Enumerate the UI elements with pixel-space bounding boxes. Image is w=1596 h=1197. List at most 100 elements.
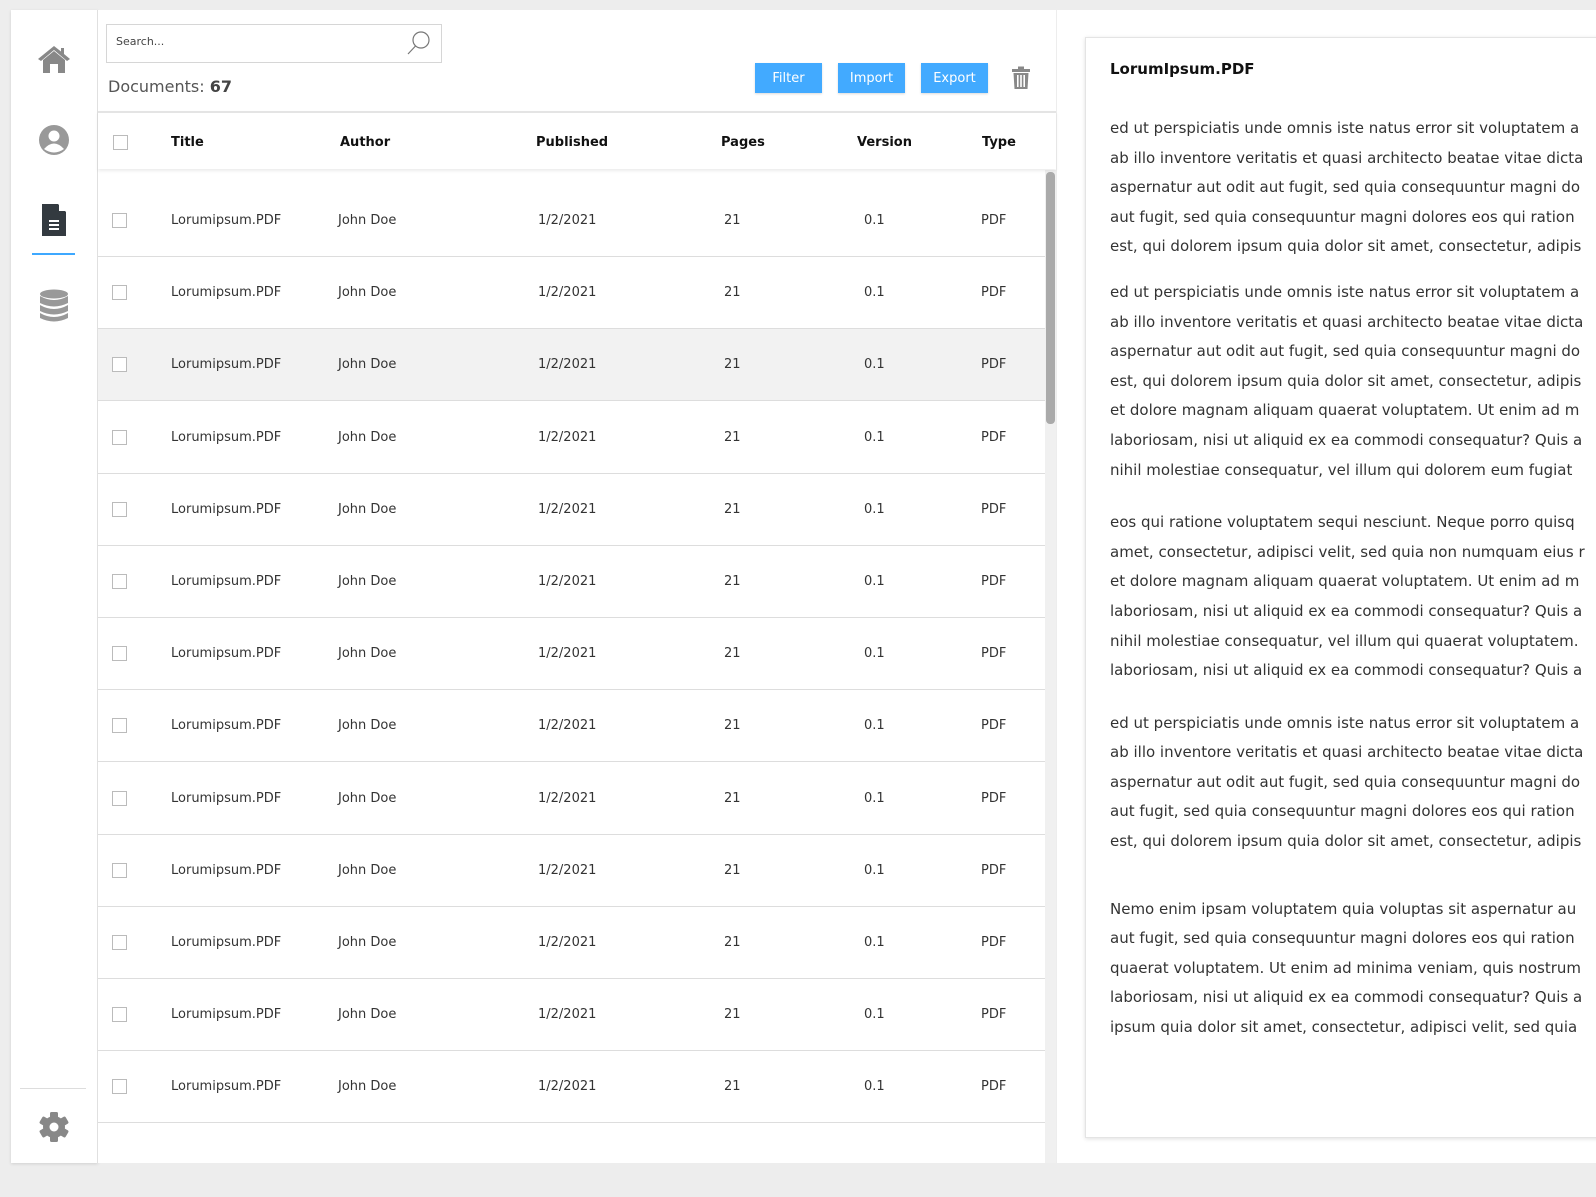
nav-settings[interactable] (11, 1111, 97, 1143)
table-row[interactable]: Lorumipsum.PDF John Doe 1/2/2021 21 0.1 PDF (98, 762, 1045, 835)
table-row[interactable]: Lorumipsum.PDF John Doe 1/2/2021 21 0.1 PDF (98, 834, 1045, 907)
cell-type: PDF (981, 790, 1007, 806)
cell-title: Lorumipsum.PDF (171, 429, 282, 445)
column-published[interactable]: Published (536, 135, 608, 150)
cell-type: PDF (981, 574, 1007, 589)
cell-type: PDF (981, 935, 1007, 950)
row-checkbox[interactable] (112, 1007, 127, 1023)
cell-type: PDF (981, 213, 1007, 228)
table-header: Title Author Published Pages Version Typ… (98, 111, 1056, 169)
table-row[interactable]: Lorumipsum.PDF John Doe 1/2/2021 21 0.1 PDF (98, 690, 1045, 763)
table-row[interactable]: Lorumipsum.PDF John Doe 1/2/2021 21 0.1 PDF (98, 907, 1045, 979)
cell-type: PDF (981, 429, 1007, 445)
cell-author: John Doe (338, 1007, 397, 1023)
row-checkbox[interactable] (112, 790, 127, 806)
column-author[interactable]: Author (340, 135, 390, 150)
cell-type: PDF (981, 862, 1007, 878)
cell-published: 1/2/2021 (538, 862, 597, 878)
row-checkbox[interactable] (112, 285, 127, 301)
cell-pages: 21 (724, 429, 741, 445)
row-checkbox[interactable] (112, 718, 127, 734)
cell-pages: 21 (724, 501, 741, 517)
cell-version: 0.1 (864, 935, 885, 950)
row-checkbox[interactable] (112, 574, 127, 589)
table-row[interactable]: Lorumipsum.PDF John Doe 1/2/2021 21 0.1 PDF (98, 546, 1045, 618)
preview-line: aspernatur aut odit aut fugit, sed quia … (1110, 772, 1581, 791)
cell-version: 0.1 (864, 213, 885, 228)
cell-type: PDF (981, 357, 1007, 373)
row-checkbox[interactable] (112, 429, 127, 445)
cell-author: John Doe (338, 790, 397, 806)
cell-version: 0.1 (864, 357, 885, 373)
cell-author: John Doe (338, 1079, 397, 1095)
preview-line: nihil molestiae consequatur, vel illum q… (1110, 631, 1579, 650)
cell-author: John Doe (338, 357, 397, 373)
scrollbar-thumb[interactable] (1046, 172, 1055, 424)
cell-title: Lorumipsum.PDF (171, 357, 282, 373)
cell-author: John Doe (338, 213, 397, 228)
preview-line: est, qui dolorem ipsum quia dolor sit am… (1110, 237, 1582, 256)
preview-line: aspernatur aut odit aut fugit, sed quia … (1110, 178, 1581, 197)
document-count-value: 67 (209, 77, 232, 96)
nav-home[interactable] (11, 44, 97, 74)
cell-author: John Doe (338, 429, 397, 445)
search-box[interactable] (106, 24, 442, 63)
scrollbar[interactable] (1045, 170, 1056, 1163)
nav-profile[interactable] (11, 124, 97, 156)
preview-line: laboriosam, nisi ut aliquid ex ea commod… (1110, 988, 1583, 1007)
table-row[interactable]: Lorumipsum.PDF John Doe 1/2/2021 21 0.1 PDF (98, 257, 1045, 330)
export-button[interactable]: Export (921, 63, 988, 93)
cell-pages: 21 (724, 1007, 741, 1023)
table-row[interactable]: Lorumipsum.PDF John Doe 1/2/2021 21 0.1 PDF (98, 618, 1045, 691)
table-row[interactable]: Lorumipsum.PDF John Doe 1/2/2021 21 0.1 PDF (98, 1051, 1045, 1124)
search-input[interactable] (116, 35, 396, 48)
preview-line: aut fugit, sed quia consequuntur magni d… (1110, 207, 1575, 226)
cell-title: Lorumipsum.PDF (171, 285, 282, 301)
cell-pages: 21 (724, 935, 741, 950)
nav-database[interactable] (11, 289, 97, 323)
trash-icon[interactable] (1010, 66, 1032, 90)
preview-paragraph: eos qui ratione voluptatem sequi nesciun… (1110, 508, 1596, 686)
preview-line: ed ut perspiciatis unde omnis iste natus… (1110, 119, 1580, 137)
import-button[interactable]: Import (838, 63, 905, 93)
row-checkbox[interactable] (112, 935, 127, 950)
preview-line: aut fugit, sed quia consequuntur magni d… (1110, 802, 1575, 821)
sidebar-divider (20, 1088, 86, 1089)
select-all-checkbox[interactable] (113, 135, 128, 150)
table-row[interactable]: Lorumipsum.PDF John Doe 1/2/2021 21 0.1 PDF (98, 401, 1045, 474)
cell-author: John Doe (338, 646, 397, 662)
cell-author: John Doe (338, 862, 397, 878)
preview-line: aspernatur aut odit aut fugit, sed quia … (1110, 342, 1581, 361)
cell-pages: 21 (724, 1079, 741, 1095)
row-checkbox[interactable] (112, 1079, 127, 1095)
preview-line: ab illo inventore veritatis et quasi arc… (1110, 312, 1584, 331)
cell-pages: 21 (724, 646, 741, 662)
cell-author: John Doe (338, 935, 397, 950)
row-checkbox[interactable] (112, 862, 127, 878)
row-checkbox[interactable] (112, 646, 127, 662)
table-row[interactable]: Lorumipsum.PDF John Doe 1/2/2021 21 0.1 PDF (98, 329, 1045, 402)
preview-line: laboriosam, nisi ut aliquid ex ea commod… (1110, 601, 1583, 620)
preview-line: ed ut perspiciatis unde omnis iste natus… (1110, 282, 1580, 301)
table-row[interactable]: Lorumipsum.PDF John Doe 1/2/2021 21 0.1 PDF (98, 473, 1045, 546)
cell-published: 1/2/2021 (538, 574, 597, 589)
row-checkbox[interactable] (112, 357, 127, 373)
table-row[interactable]: Lorumipsum.PDF John Doe 1/2/2021 21 0.1 PDF (98, 185, 1045, 257)
cell-type: PDF (981, 1007, 1007, 1023)
document-icon (42, 204, 66, 236)
cell-published: 1/2/2021 (538, 718, 597, 734)
column-type[interactable]: Type (982, 135, 1016, 150)
column-pages[interactable]: Pages (721, 135, 765, 150)
cell-published: 1/2/2021 (538, 213, 597, 228)
preview-line: est, qui dolorem ipsum quia dolor sit am… (1110, 832, 1582, 851)
row-checkbox[interactable] (112, 501, 127, 517)
column-title[interactable]: Title (171, 135, 204, 150)
search-icon[interactable] (406, 30, 432, 56)
nav-documents[interactable] (11, 203, 97, 237)
sidebar (11, 10, 98, 1163)
column-version[interactable]: Version (857, 135, 912, 150)
preview-line: et dolore magnam aliquam quaerat volupta… (1110, 401, 1580, 420)
filter-button[interactable]: Filter (755, 63, 822, 93)
table-row[interactable]: Lorumipsum.PDF John Doe 1/2/2021 21 0.1 PDF (98, 979, 1045, 1052)
row-checkbox[interactable] (112, 213, 127, 228)
